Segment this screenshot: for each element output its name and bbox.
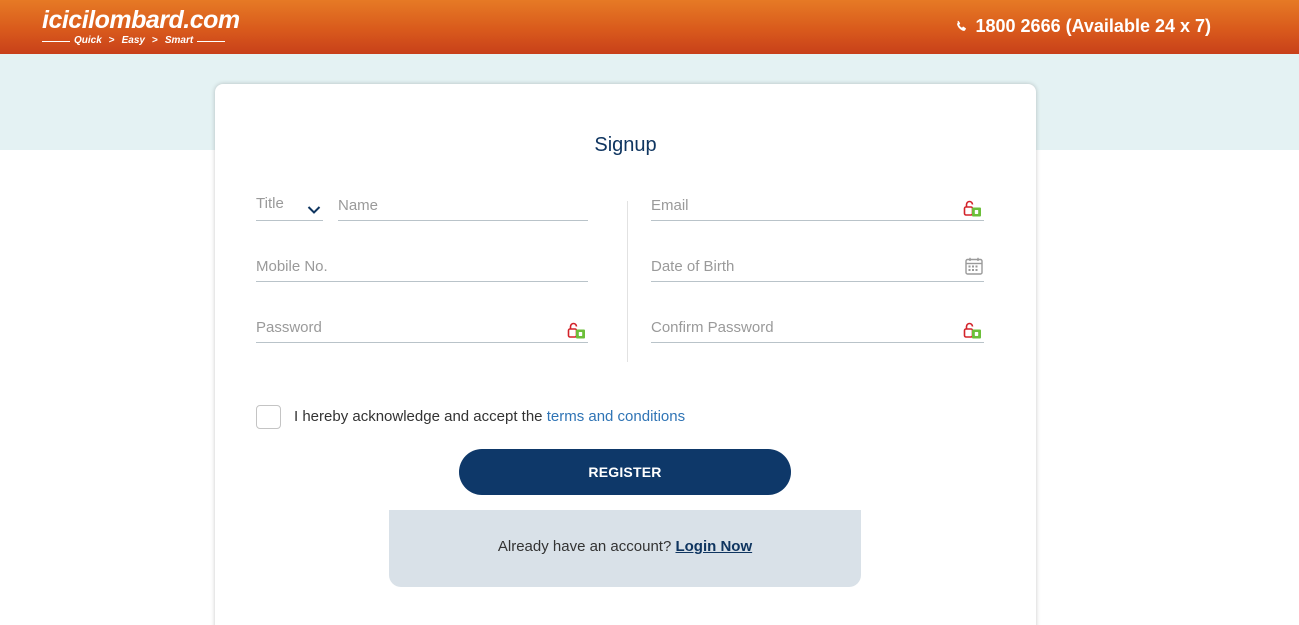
dob-placeholder: Date of Birth (651, 258, 735, 275)
chevron-down-icon (307, 206, 321, 214)
login-panel: Already have an account? Login Now (389, 510, 861, 587)
helpline[interactable]: 1800 2666 (Available 24 x 7) (955, 16, 1212, 37)
tagline: Quick > Easy > Smart (42, 35, 240, 47)
login-prompt-row: Already have an account? Login Now (389, 538, 861, 556)
name-placeholder: Name (338, 197, 379, 214)
terms-checkbox[interactable] (256, 405, 281, 429)
dob-input[interactable]: Date of Birth (651, 257, 984, 282)
title-select-label: Title (256, 195, 284, 212)
tagline-easy: Easy (121, 35, 145, 46)
lock-key-icon (963, 322, 981, 339)
email-input[interactable]: Email (651, 197, 984, 221)
logo-text: icicilombard.com (42, 6, 240, 34)
terms-consent: I hereby acknowledge and accept the term… (294, 408, 685, 426)
password-placeholder: Password (256, 319, 322, 336)
tagline-quick: Quick (74, 35, 102, 46)
terms-link[interactable]: terms and conditions (547, 408, 685, 425)
column-divider (627, 201, 628, 362)
phone-number: 1800 2666 (Available 24 x 7) (975, 16, 1212, 36)
top-header: icicilombard.com Quick > Easy > Smart 18… (0, 0, 1299, 54)
lock-key-icon (963, 200, 981, 217)
register-button[interactable]: REGISTER (459, 449, 791, 495)
mobile-input[interactable]: Mobile No. (256, 258, 588, 282)
email-placeholder: Email (651, 197, 689, 214)
brand-logo[interactable]: icicilombard.com Quick > Easy > Smart (42, 6, 240, 47)
confirm-password-input[interactable]: Confirm Password (651, 319, 984, 343)
password-input[interactable]: Password (256, 319, 588, 343)
calendar-icon[interactable] (965, 257, 983, 275)
page-title: Signup (594, 134, 657, 156)
consent-text: I hereby acknowledge and accept the (294, 408, 543, 425)
login-prompt: Already have an account? (497, 538, 672, 555)
phone-icon (956, 20, 966, 31)
mobile-placeholder: Mobile No. (256, 258, 328, 275)
login-now-link[interactable]: Login Now (675, 538, 752, 555)
name-input[interactable]: Name (338, 197, 588, 221)
tagline-smart: Smart (164, 35, 194, 46)
signup-card: Signup Title Name Email Mobile No. Date … (215, 84, 1036, 625)
title-select[interactable]: Title (256, 195, 323, 221)
confirm-password-placeholder: Confirm Password (651, 319, 774, 336)
lock-key-icon (567, 322, 585, 339)
